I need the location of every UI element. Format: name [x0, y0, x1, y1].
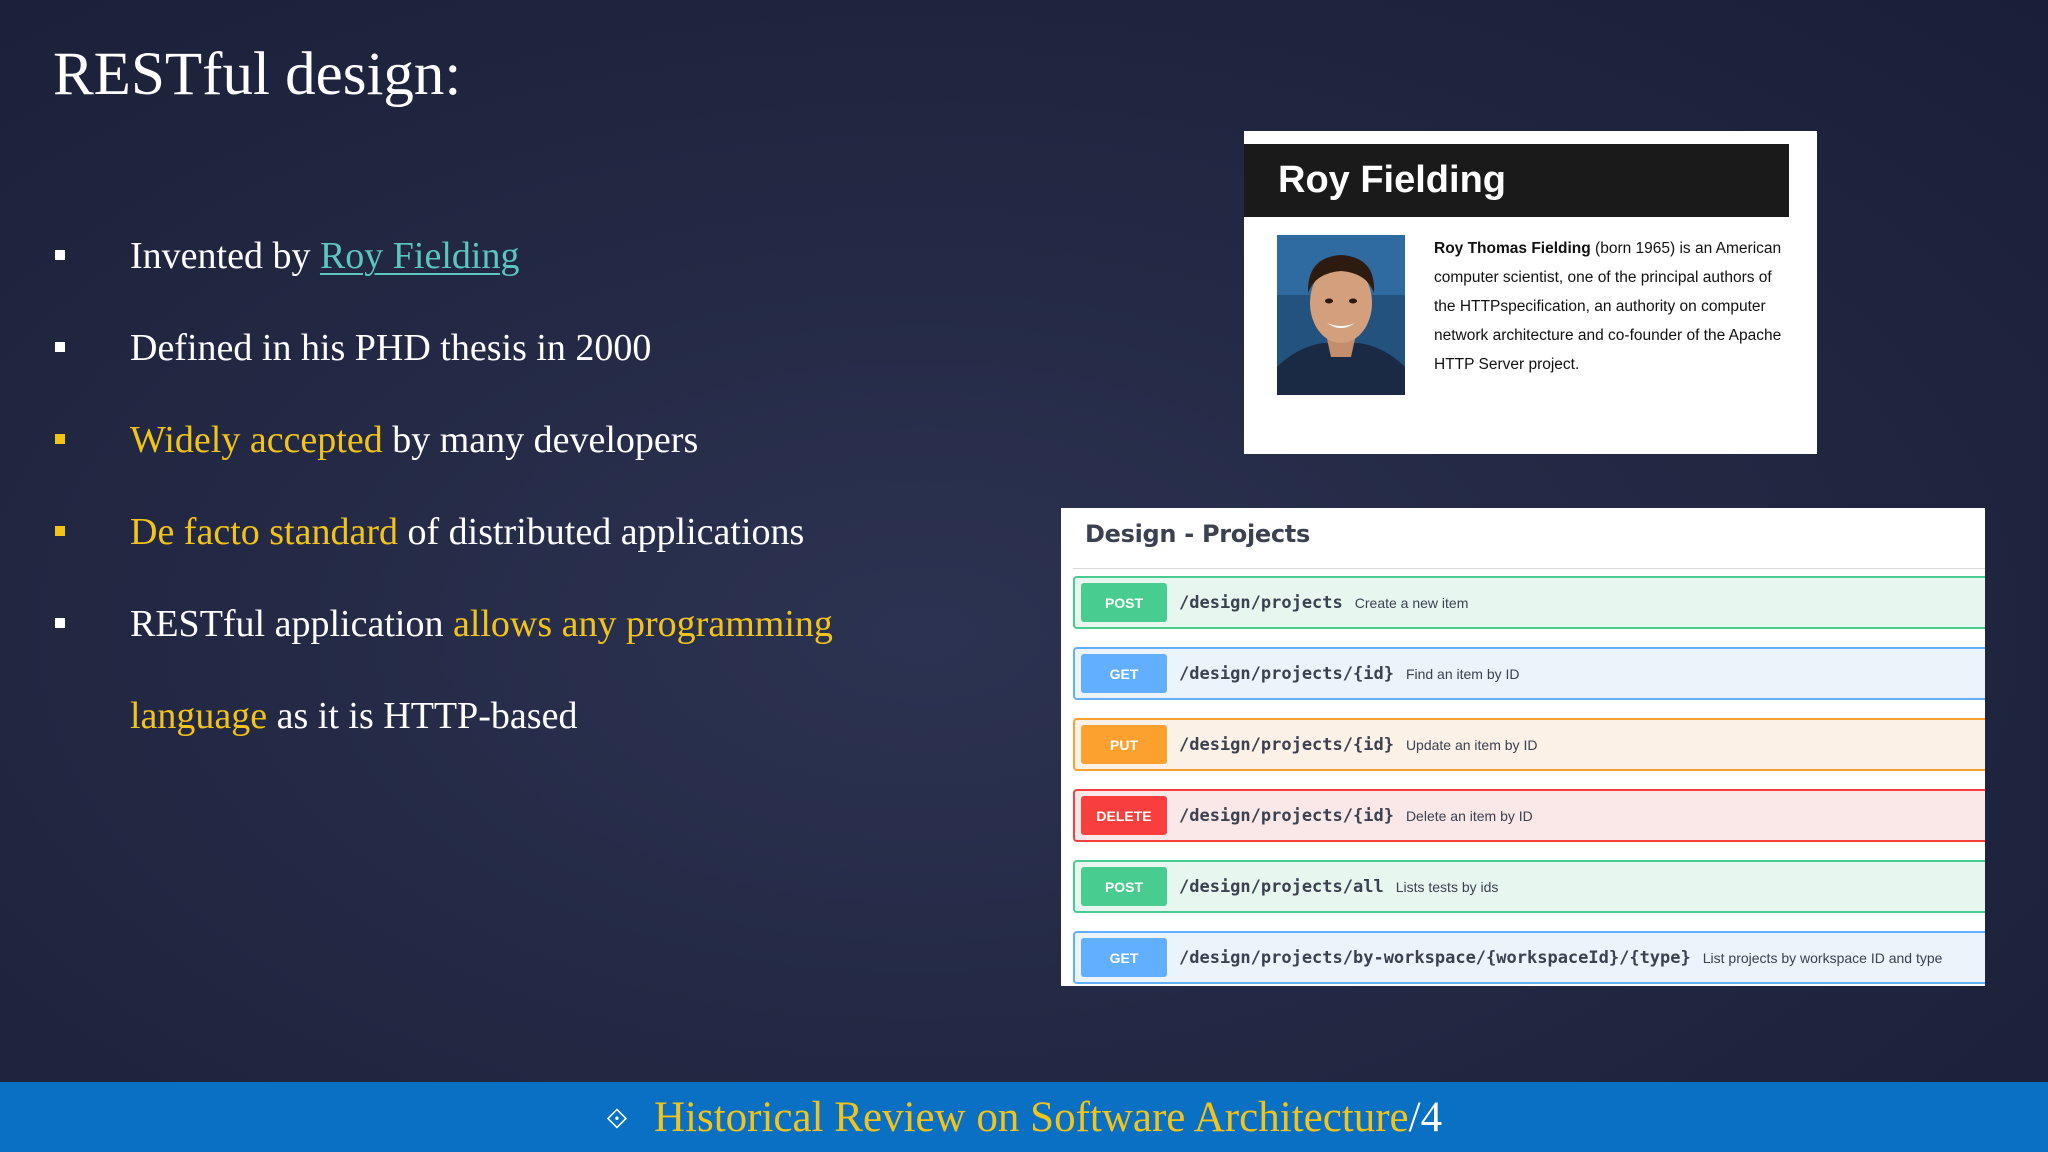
endpoint-description: Update an item by ID	[1405, 736, 1538, 753]
bullet-any-language: RESTful application allows any programmi…	[55, 578, 1015, 670]
card-description: Roy Thomas Fielding (born 1965) is an Am…	[1434, 234, 1796, 379]
endpoint-row[interactable]: GET /design/projects/by-workspace/{works…	[1073, 931, 1985, 984]
api-docs-panel: Design - Projects POST /design/projects …	[1061, 508, 1985, 986]
bullet-widely-accepted: Widely accepted by many developers	[55, 394, 1015, 486]
method-badge: DELETE	[1081, 796, 1167, 835]
api-section-title[interactable]: Design - Projects	[1085, 520, 1310, 548]
bullet-highlight: language	[130, 695, 268, 737]
method-badge: POST	[1081, 867, 1167, 906]
bullet-list: Invented by Roy Fielding Defined in his …	[55, 210, 1015, 762]
card-name: Roy Thomas Fielding	[1434, 240, 1591, 257]
endpoint-description: Delete an item by ID	[1405, 807, 1533, 824]
divider	[1073, 568, 1985, 569]
bullet-marker	[55, 342, 65, 352]
bullet-continuation: language as it is HTTP-based	[55, 670, 1015, 762]
roy-fielding-card: Roy Fielding Roy Thomas Fielding (born 1…	[1244, 131, 1817, 454]
bullet-text: RESTful application	[130, 603, 453, 645]
method-badge: GET	[1081, 938, 1167, 977]
endpoint-row[interactable]: PUT /design/projects/{id} Update an item…	[1073, 718, 1985, 771]
endpoint-path: /design/projects/{id}	[1179, 663, 1394, 684]
page-number: /4	[1408, 1093, 1443, 1141]
endpoint-description: List projects by workspace ID and type	[1702, 949, 1943, 966]
bullet-highlight: allows any programming	[452, 603, 833, 645]
endpoint-description: Lists tests by ids	[1395, 878, 1499, 895]
bullet-de-facto: De facto standard of distributed applica…	[55, 486, 1015, 578]
bullet-text: Invented by	[130, 235, 320, 277]
bullet-marker	[55, 618, 65, 628]
bullet-text: of distributed applications	[398, 511, 805, 553]
bullet-text: Defined in his PHD thesis in 2000	[130, 327, 652, 369]
endpoint-row[interactable]: GET /design/projects/{id} Find an item b…	[1073, 647, 1985, 700]
diamond-arrows-icon: ⟐	[605, 1102, 628, 1135]
card-bio: (born 1965) is an American computer scie…	[1434, 240, 1782, 373]
endpoint-path: /design/projects	[1179, 592, 1343, 613]
roy-fielding-link[interactable]: Roy Fielding	[320, 235, 520, 277]
bullet-highlight: Widely accepted	[130, 419, 383, 461]
endpoint-row[interactable]: DELETE /design/projects/{id} Delete an i…	[1073, 789, 1985, 842]
endpoint-path: /design/projects/{id}	[1179, 805, 1394, 826]
portrait-photo	[1277, 235, 1405, 395]
bullet-text: as it is HTTP-based	[267, 695, 578, 737]
footer-title: Historical Review on Software Architectu…	[653, 1093, 1409, 1141]
bullet-text: by many developers	[382, 419, 699, 461]
method-badge: POST	[1081, 583, 1167, 622]
endpoint-path: /design/projects/all	[1179, 876, 1384, 897]
endpoint-path: /design/projects/by-workspace/{workspace…	[1179, 947, 1691, 968]
endpoint-description: Create a new item	[1354, 594, 1469, 611]
endpoint-row[interactable]: POST /design/projects/all Lists tests by…	[1073, 860, 1985, 913]
bullet-invented: Invented by Roy Fielding	[55, 210, 1015, 302]
slide-title: RESTful design:	[53, 41, 462, 108]
bullet-highlight: De facto standard	[130, 511, 398, 553]
method-badge: GET	[1081, 654, 1167, 693]
bullet-marker	[55, 250, 65, 260]
bullet-marker	[55, 434, 65, 444]
endpoint-row[interactable]: POST /design/projects Create a new item	[1073, 576, 1985, 629]
method-badge: PUT	[1081, 725, 1167, 764]
footer-bar: ⟐ Historical Review on Software Architec…	[0, 1082, 2048, 1152]
endpoint-description: Find an item by ID	[1405, 665, 1520, 682]
bullet-marker	[55, 526, 65, 536]
endpoint-path: /design/projects/{id}	[1179, 734, 1394, 755]
card-header: Roy Fielding	[1244, 144, 1789, 217]
bullet-thesis: Defined in his PHD thesis in 2000	[55, 302, 1015, 394]
